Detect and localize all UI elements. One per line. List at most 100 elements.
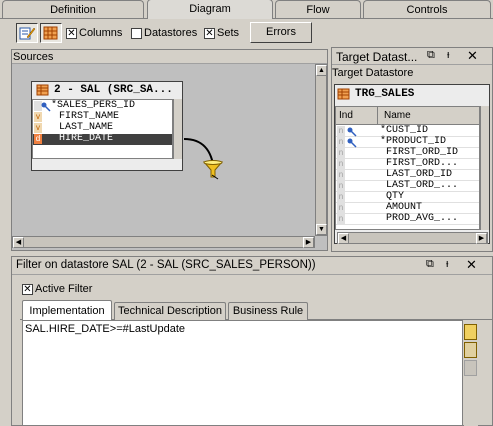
datastores-check-icon <box>131 27 142 39</box>
column-name: LAST_ORD_... <box>386 180 459 191</box>
edit-icon[interactable] <box>16 23 38 43</box>
pin-icon[interactable]: ᵻ <box>447 49 449 61</box>
scroll-up-button[interactable]: ▲ <box>316 65 327 76</box>
table-icon <box>36 84 49 96</box>
numeric-column-icon: n <box>337 170 345 180</box>
filter-panel-header: Filter on datastore SAL (2 - SAL (SRC_SA… <box>12 257 492 275</box>
list-item-selected[interactable]: d HIRE_DATE <box>33 133 172 145</box>
key-icon <box>347 138 357 148</box>
key-icon <box>41 102 51 112</box>
target-datastore-panel: Target Datast... ⧉ ᵻ ✕ Target Datastore … <box>331 47 493 252</box>
target-datastore-header: TRG_SALES <box>335 85 489 103</box>
column-name: PROD_AVG_... <box>386 213 459 224</box>
table-row[interactable]: n LAST_ORD_... <box>336 180 479 192</box>
active-filter-checkbox[interactable]: ✕ Active Filter <box>22 283 92 297</box>
numeric-column-icon: n <box>337 203 345 213</box>
source-datastore-title: 2 - SAL (SRC_SA... <box>54 84 173 96</box>
grid-icon[interactable] <box>40 23 62 43</box>
sources-canvas[interactable]: 2 - SAL (SRC_SA... *SALES_PERS_ID v FIRS… <box>12 64 315 236</box>
sets-checkbox[interactable]: ✕ Sets <box>204 27 239 41</box>
tab-business-rule[interactable]: Business Rule <box>228 302 308 320</box>
key-column-icon: n <box>337 126 345 136</box>
column-name: LAST_NAME <box>59 122 114 133</box>
target-datastore-name: TRG_SALES <box>355 88 415 100</box>
target-panel-title: Target Datast... <box>336 50 418 64</box>
tab-technical-description[interactable]: Technical Description <box>114 302 226 320</box>
main-tab-bar: Definition Diagram Flow Controls <box>0 0 493 19</box>
active-filter-label: Active Filter <box>35 283 93 295</box>
editor-side-toolbar <box>464 320 478 426</box>
source-datastore-box[interactable]: 2 - SAL (SRC_SA... *SALES_PERS_ID v FIRS… <box>31 81 183 171</box>
expression-editor-icon[interactable] <box>464 324 477 340</box>
column-name: FIRST_ORD... <box>386 158 459 169</box>
columns-checkbox[interactable]: ✕ Columns <box>66 27 122 41</box>
filter-expression: SAL.HIRE_DATE>=#LastUpdate <box>25 323 185 335</box>
restore-icon[interactable]: ⧉ <box>426 258 434 271</box>
active-filter-check-icon: ✕ <box>22 283 33 295</box>
column-name: *SALES_PERS_ID <box>51 100 136 111</box>
target-panel-header: Target Datast... ⧉ ᵻ ✕ <box>332 48 492 65</box>
column-header-name[interactable]: Name <box>378 107 479 125</box>
tab-diagram[interactable]: Diagram <box>147 0 273 19</box>
close-icon[interactable]: ✕ <box>467 48 478 64</box>
tab-controls[interactable]: Controls <box>363 0 491 18</box>
scroll-down-button[interactable]: ▼ <box>316 224 327 235</box>
filter-expression-editor[interactable]: SAL.HIRE_DATE>=#LastUpdate <box>22 320 463 426</box>
column-name: FIRST_ORD_ID <box>386 147 459 158</box>
columns-check-icon: ✕ <box>66 27 77 39</box>
sources-title: Sources <box>12 50 327 64</box>
sources-panel: Sources 2 - SAL (SRC_SA... *SALES_PERS_I… <box>11 49 328 251</box>
source-columns-list: *SALES_PERS_ID v FIRST_NAME v LAST_NAME … <box>32 99 173 159</box>
table-row[interactable]: n PROD_AVG_... <box>336 213 479 225</box>
disabled-tool-icon <box>464 360 477 376</box>
check-expression-icon[interactable] <box>464 342 477 358</box>
sources-horizontal-scrollbar[interactable]: ◀ ▶ <box>12 236 315 248</box>
target-table-scrollbar[interactable] <box>480 106 489 230</box>
scroll-right-button[interactable]: ▶ <box>476 233 487 244</box>
target-horizontal-scrollbar[interactable]: ◀ ▶ <box>337 232 488 244</box>
table-icon <box>337 88 350 100</box>
numeric-column-icon: n <box>337 148 345 158</box>
varchar-column-icon: v <box>34 112 42 122</box>
varchar-column-icon: v <box>34 123 42 133</box>
scroll-right-button[interactable]: ▶ <box>303 237 314 248</box>
column-name: FIRST_NAME <box>59 111 120 122</box>
sets-check-icon: ✕ <box>204 27 215 39</box>
filter-panel-title: Filter on datastore SAL (2 - SAL (SRC_SA… <box>16 259 316 271</box>
column-name: *CUST_ID <box>380 125 429 136</box>
source-datastore-header[interactable]: 2 - SAL (SRC_SA... <box>32 82 182 99</box>
key-icon <box>347 127 357 137</box>
numeric-column-icon: n <box>337 214 345 224</box>
column-name: HIRE_DATE <box>59 133 114 144</box>
numeric-column-icon: n <box>337 181 345 191</box>
column-name: *PRODUCT_ID <box>380 136 447 147</box>
numeric-column-icon: n <box>337 159 345 169</box>
tab-implementation[interactable]: Implementation <box>22 300 112 321</box>
errors-button[interactable]: Errors <box>250 22 312 43</box>
column-header-ind[interactable]: Ind <box>336 107 378 125</box>
column-name: QTY <box>386 191 405 202</box>
datastores-label: Datastores <box>144 27 198 39</box>
tab-flow[interactable]: Flow <box>275 0 361 18</box>
datastores-checkbox[interactable]: Datastores <box>131 27 197 41</box>
sources-vertical-scrollbar[interactable]: ▲ ▼ <box>315 64 327 236</box>
filter-tab-strip: Implementation Technical Description Bus… <box>20 300 493 321</box>
column-name: LAST_ORD_ID <box>386 169 453 180</box>
sets-label: Sets <box>217 27 240 39</box>
diagram-toolbar: ✕ Columns Datastores ✕ Sets Errors <box>0 19 493 47</box>
restore-icon[interactable]: ⧉ <box>427 49 435 62</box>
key-column-icon: n <box>337 137 345 147</box>
datastore-box-scrollbar[interactable] <box>173 99 182 159</box>
scroll-left-button[interactable]: ◀ <box>338 233 349 244</box>
tab-definition[interactable]: Definition <box>2 0 144 18</box>
pin-icon[interactable]: ᵻ <box>446 258 448 270</box>
column-name: AMOUNT <box>386 202 423 213</box>
target-datastore-box[interactable]: TRG_SALES Ind Name n *CUST_ID n *PRODUCT_ID… <box>334 84 490 244</box>
close-icon[interactable]: ✕ <box>466 257 477 273</box>
filter-icon[interactable] <box>202 159 224 181</box>
numeric-column-icon: n <box>337 192 345 202</box>
target-subtitle: Target Datastore <box>332 67 414 79</box>
filter-panel: Filter on datastore SAL (2 - SAL (SRC_SA… <box>11 256 493 426</box>
columns-label: Columns <box>79 27 123 39</box>
scroll-left-button[interactable]: ◀ <box>13 237 24 248</box>
